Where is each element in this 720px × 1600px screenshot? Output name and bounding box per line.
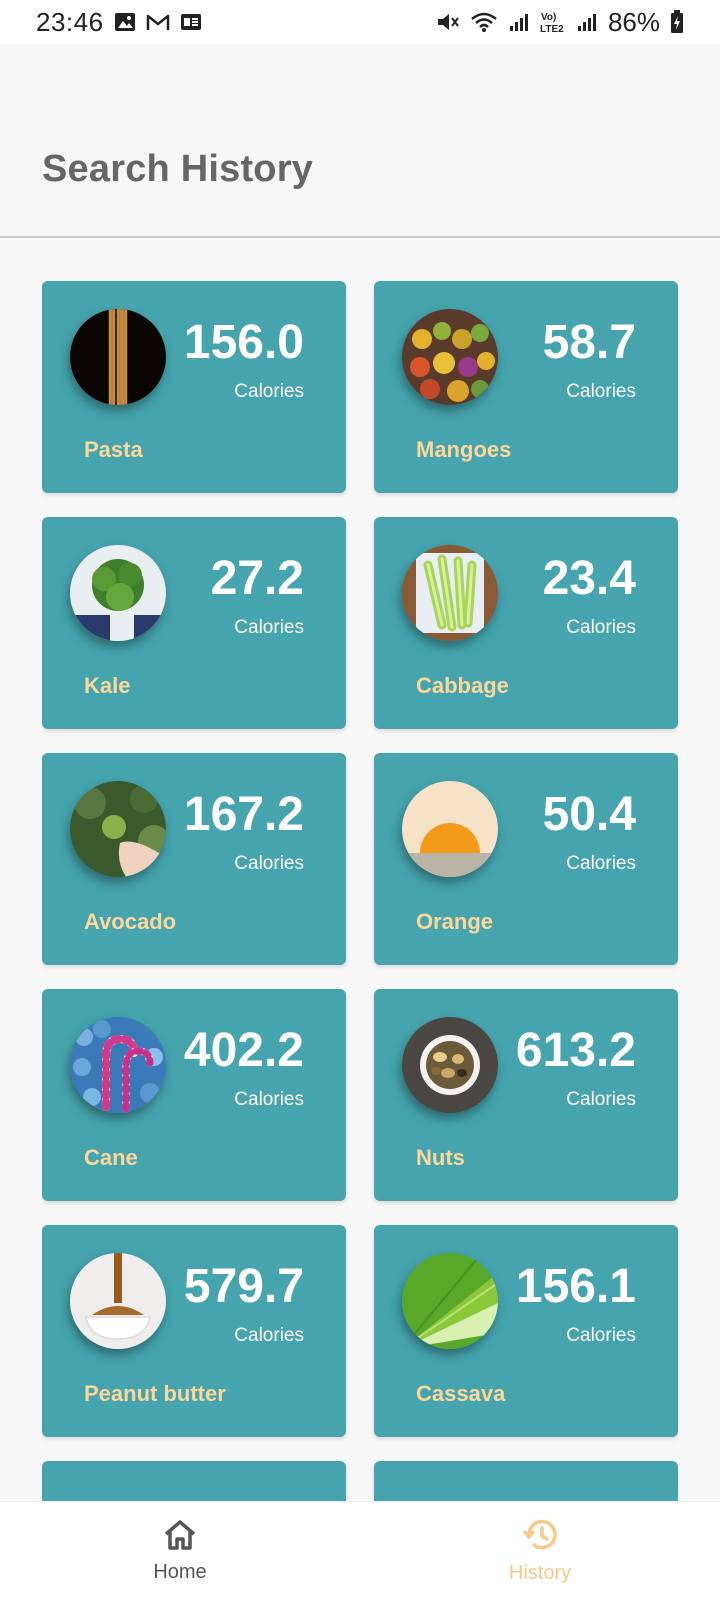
svg-text:LTE2: LTE2 (540, 24, 564, 34)
status-bar: 23:46 Vo) LTE2 86% (0, 0, 720, 44)
nav-history[interactable]: History (360, 1502, 720, 1600)
nav-home-label: Home (153, 1561, 207, 1583)
signal-icon (508, 11, 530, 33)
history-card-cane[interactable]: 402.2 Calories Cane (42, 989, 346, 1201)
history-card-orange[interactable]: 50.4 Calories Orange (374, 753, 678, 965)
food-thumbnail (70, 309, 166, 405)
mangoes-image (402, 309, 498, 405)
calorie-label: Calories (234, 381, 304, 402)
food-name: Cane (84, 1145, 138, 1170)
calorie-label: Calories (566, 1325, 636, 1346)
calorie-label: Calories (566, 853, 636, 874)
calorie-value: 402.2 (183, 1024, 304, 1077)
calorie-value: 579.7 (183, 1260, 304, 1313)
food-thumbnail (402, 1253, 498, 1349)
food-thumbnail (402, 309, 498, 405)
calorie-value: 156.0 (183, 316, 304, 369)
svg-text:Vo): Vo) (541, 12, 556, 23)
nuts-image (402, 1017, 498, 1113)
wifi-icon (470, 11, 498, 33)
history-card-kale[interactable]: 27.2 Calories Kale (42, 517, 346, 729)
orange-image (402, 781, 498, 877)
status-right: Vo) LTE2 86% (436, 7, 684, 38)
food-thumbnail (402, 1017, 498, 1113)
calorie-label: Calories (234, 617, 304, 638)
calorie-value: 50.4 (542, 788, 636, 841)
ge-icon (180, 13, 202, 31)
food-name: Pasta (84, 437, 143, 462)
calorie-value: 27.2 (210, 552, 304, 605)
food-name: Avocado (84, 909, 177, 934)
calorie-label: Calories (234, 1089, 304, 1110)
food-name: Cassava (416, 1381, 506, 1406)
food-thumbnail (70, 781, 166, 877)
calorie-label: Calories (566, 617, 636, 638)
food-thumbnail (70, 1017, 166, 1113)
food-name: Kale (84, 673, 131, 698)
history-card-cabbage[interactable]: 23.4 Calories Cabbage (374, 517, 678, 729)
history-card-avocado[interactable]: 167.2 Calories Avocado (42, 753, 346, 965)
food-name: Cabbage (416, 673, 509, 698)
food-name: Nuts (416, 1145, 465, 1170)
history-icon (521, 1517, 559, 1558)
history-card-cassava[interactable]: 156.1 Calories Cassava (374, 1225, 678, 1437)
app-header: Search History (0, 44, 720, 238)
volte-lte2-icon: Vo) LTE2 (540, 10, 566, 34)
food-name: Peanut butter (84, 1381, 226, 1406)
signal-icon (576, 11, 598, 33)
status-time: 23:46 (36, 6, 104, 37)
history-card-pasta[interactable]: 156.0 Calories Pasta (42, 281, 346, 493)
gmail-icon (146, 13, 170, 31)
food-thumbnail (402, 545, 498, 641)
food-thumbnail (402, 781, 498, 877)
history-card-peanut-butter[interactable]: 579.7 Calories Peanut butter (42, 1225, 346, 1437)
cassava-image (402, 1253, 498, 1349)
cabbage-image (402, 545, 498, 641)
history-card-partial[interactable] (374, 1461, 678, 1501)
battery-charging-icon (670, 10, 684, 34)
pasta-image (70, 309, 166, 405)
food-thumbnail (70, 545, 166, 641)
calorie-label: Calories (566, 1089, 636, 1110)
calorie-label: Calories (234, 853, 304, 874)
nav-home[interactable]: Home (0, 1502, 360, 1600)
food-name: Orange (416, 909, 494, 934)
status-left: 23:46 (36, 7, 202, 38)
calorie-value: 613.2 (515, 1024, 636, 1077)
battery-percent: 86% (607, 6, 660, 37)
history-card-partial[interactable] (42, 1461, 346, 1501)
page-title: Search History (42, 148, 314, 190)
peanut-butter-image (70, 1253, 166, 1349)
home-icon (162, 1518, 198, 1557)
history-card-nuts[interactable]: 613.2 Calories Nuts (374, 989, 678, 1201)
history-grid[interactable]: 156.0 Calories Pasta 58.7 Calories Mango… (42, 281, 678, 1501)
calorie-value: 23.4 (542, 552, 636, 605)
calorie-value: 167.2 (183, 788, 304, 841)
calorie-value: 156.1 (515, 1260, 636, 1313)
calorie-label: Calories (234, 1325, 304, 1346)
cane-image (70, 1017, 166, 1113)
calorie-label: Calories (566, 381, 636, 402)
food-thumbnail (70, 1253, 166, 1349)
nav-history-label: History (508, 1562, 572, 1584)
food-name: Mangoes (416, 437, 512, 462)
bottom-navigation: Home History (0, 1501, 720, 1600)
kale-image (70, 545, 166, 641)
avocado-image (70, 781, 166, 877)
history-card-mangoes[interactable]: 58.7 Calories Mangoes (374, 281, 678, 493)
calorie-value: 58.7 (542, 316, 636, 369)
mute-icon (436, 11, 460, 33)
image-icon (114, 12, 136, 32)
